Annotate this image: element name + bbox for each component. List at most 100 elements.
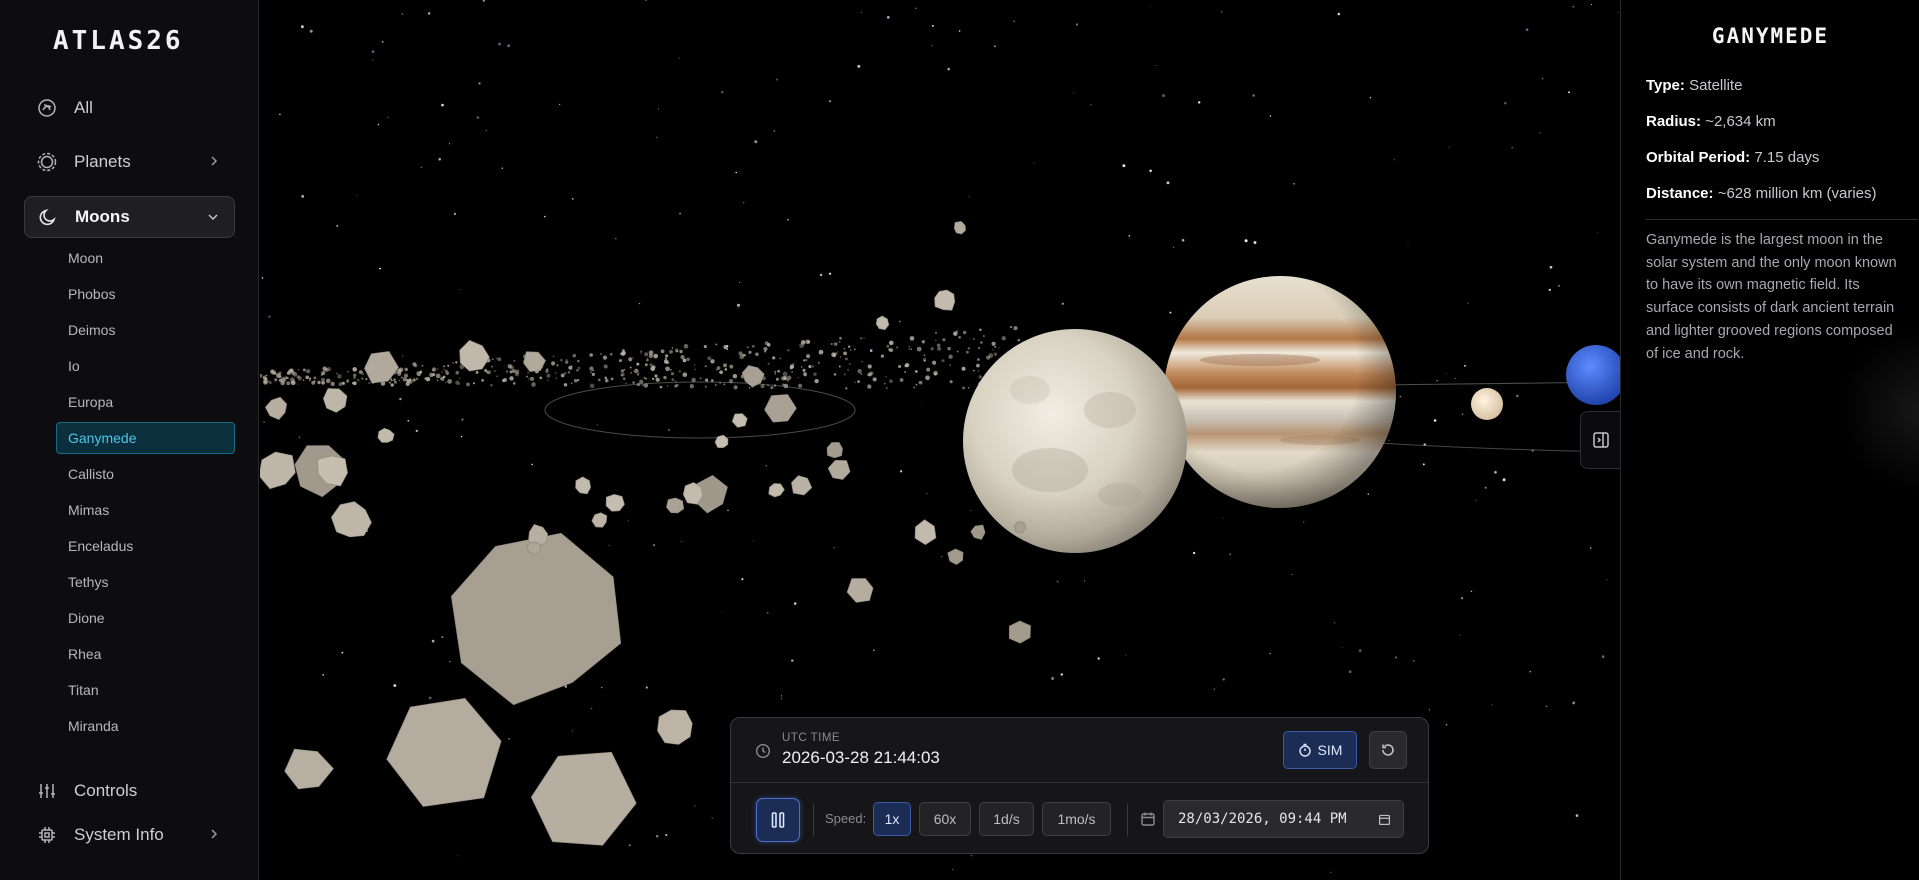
star bbox=[653, 544, 656, 547]
dust-particle bbox=[830, 342, 833, 346]
moon-item-mimas[interactable]: Mimas bbox=[56, 494, 235, 526]
star bbox=[1393, 159, 1395, 161]
dust-particle bbox=[564, 360, 569, 364]
star bbox=[1155, 65, 1157, 66]
star bbox=[828, 100, 832, 103]
jupiter-planet[interactable] bbox=[1164, 276, 1396, 508]
dust-particle bbox=[775, 377, 779, 381]
moon-item-rhea[interactable]: Rhea bbox=[56, 638, 235, 670]
moon-item-europa[interactable]: Europa bbox=[56, 386, 235, 418]
dust-particle bbox=[1017, 338, 1021, 342]
dust-particle bbox=[937, 346, 942, 351]
nav-item-controls[interactable]: Controls bbox=[24, 770, 235, 812]
dust-particle bbox=[889, 340, 894, 346]
dust-particle bbox=[554, 372, 557, 374]
dust-particle bbox=[991, 341, 996, 346]
dust-particle bbox=[284, 379, 286, 382]
moon-item-phobos[interactable]: Phobos bbox=[56, 278, 235, 310]
moon-item-enceladus[interactable]: Enceladus bbox=[56, 530, 235, 562]
pause-button[interactable] bbox=[756, 798, 800, 842]
moon-item-titan[interactable]: Titan bbox=[56, 674, 235, 706]
dust-particle bbox=[660, 349, 665, 354]
dust-particle bbox=[390, 383, 394, 387]
dust-particle bbox=[693, 364, 696, 366]
moon-item-moon[interactable]: Moon bbox=[56, 242, 235, 274]
dust-particle bbox=[839, 336, 842, 340]
datetime-input[interactable]: 28/03/2026, 09:44 PM bbox=[1163, 800, 1404, 838]
dust-particle bbox=[402, 377, 407, 382]
dust-particle bbox=[886, 387, 888, 389]
moon-item-deimos[interactable]: Deimos bbox=[56, 314, 235, 346]
nav-item-moons[interactable]: Moons bbox=[24, 196, 235, 238]
dust-particle bbox=[425, 376, 431, 382]
dust-particle bbox=[798, 383, 803, 388]
dust-particle bbox=[935, 339, 937, 342]
star bbox=[947, 67, 951, 71]
dust-particle bbox=[447, 364, 450, 367]
dust-particle bbox=[556, 364, 559, 367]
moon-item-dione[interactable]: Dione bbox=[56, 602, 235, 634]
asteroid bbox=[846, 578, 874, 603]
star bbox=[1162, 94, 1165, 98]
dust-particle bbox=[805, 358, 808, 362]
dust-particle bbox=[365, 378, 368, 381]
dust-particle bbox=[859, 337, 863, 340]
speed-1d-button[interactable]: 1d/s bbox=[979, 802, 1034, 836]
dust-particle bbox=[274, 378, 278, 382]
star bbox=[1358, 649, 1362, 653]
star bbox=[1460, 597, 1464, 600]
speed-1mo-button[interactable]: 1mo/s bbox=[1042, 802, 1111, 836]
dust-particle bbox=[746, 346, 749, 349]
collapse-panel-button[interactable] bbox=[1580, 411, 1620, 469]
star bbox=[431, 639, 435, 643]
dust-particle bbox=[986, 355, 991, 360]
dust-particle bbox=[857, 369, 862, 374]
dust-particle bbox=[647, 357, 649, 359]
dust-particle bbox=[803, 359, 806, 362]
moon-body[interactable] bbox=[1471, 388, 1503, 420]
dust-particle bbox=[421, 364, 424, 367]
nav-item-planets[interactable]: Planets bbox=[24, 141, 235, 183]
star bbox=[952, 868, 954, 870]
dust-particle bbox=[942, 338, 946, 342]
sim-mode-button[interactable]: SIM bbox=[1283, 731, 1357, 769]
dust-particle bbox=[297, 376, 302, 381]
moon-item-miranda[interactable]: Miranda bbox=[56, 710, 235, 742]
dust-particle bbox=[632, 381, 636, 385]
star bbox=[441, 103, 444, 107]
dust-particle bbox=[849, 349, 852, 351]
nav-item-all[interactable]: All bbox=[24, 87, 235, 129]
dust-particle bbox=[429, 372, 434, 378]
nav-item-system-info[interactable]: System Info bbox=[24, 814, 235, 856]
dust-particle bbox=[278, 371, 282, 375]
ganymede-moon[interactable] bbox=[963, 329, 1187, 553]
dust-particle bbox=[787, 349, 790, 352]
dust-particle bbox=[589, 366, 594, 371]
orbit-line bbox=[544, 381, 856, 439]
star bbox=[615, 238, 617, 240]
moon-item-callisto[interactable]: Callisto bbox=[56, 458, 235, 490]
reset-time-button[interactable] bbox=[1369, 731, 1407, 769]
moon-item-tethys[interactable]: Tethys bbox=[56, 566, 235, 598]
dust-particle bbox=[806, 354, 811, 359]
star bbox=[828, 272, 832, 275]
star bbox=[381, 41, 384, 43]
moon-item-io[interactable]: Io bbox=[56, 350, 235, 382]
dust-particle bbox=[868, 372, 872, 377]
dust-particle bbox=[994, 345, 997, 348]
dust-particle bbox=[926, 367, 931, 372]
neptune-planet[interactable] bbox=[1566, 345, 1620, 405]
dust-particle bbox=[993, 352, 998, 356]
star bbox=[596, 424, 598, 426]
dust-particle bbox=[292, 371, 298, 377]
speed-60x-button[interactable]: 60x bbox=[919, 802, 971, 836]
star bbox=[1337, 12, 1341, 16]
moon-item-ganymede[interactable]: Ganymede bbox=[56, 422, 235, 454]
speed-1x-button[interactable]: 1x bbox=[873, 802, 911, 836]
dust-particle bbox=[867, 364, 872, 369]
asteroid bbox=[322, 388, 348, 413]
dust-particle bbox=[933, 370, 938, 376]
dust-particle bbox=[751, 344, 755, 348]
calendar-picker-icon[interactable] bbox=[1378, 813, 1391, 826]
dust-particle bbox=[286, 371, 290, 375]
